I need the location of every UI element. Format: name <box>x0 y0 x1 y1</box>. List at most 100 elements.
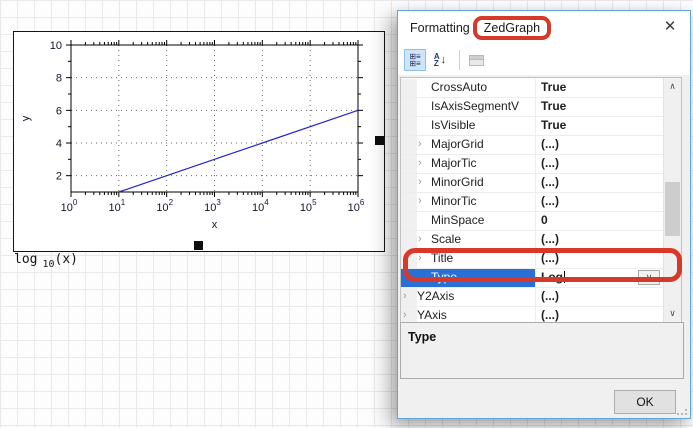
formatting-window: Formatting ZedGraph ✕ ⊞≡ ⊞≡ AZ ↓ <box>397 10 691 419</box>
zedgraph-control[interactable]: 246810100101102103104105106xy <box>13 31 385 252</box>
grid-gutter <box>401 193 417 211</box>
svg-text:100: 100 <box>61 198 78 214</box>
property-row-MinorTic[interactable]: › MinorTic (...) <box>401 193 663 212</box>
property-name: MajorGrid <box>431 136 484 153</box>
expand-chevron-icon[interactable]: › <box>403 307 407 323</box>
property-grid: CrossAutoTrueIsAxisSegmentVTrueIsVisible… <box>400 77 682 323</box>
property-value: (...) <box>541 194 559 208</box>
scrollbar-thumb[interactable] <box>665 182 680 236</box>
property-value-cell[interactable]: (...) <box>536 136 663 154</box>
property-row-MajorTic[interactable]: › MajorTic (...) <box>401 155 663 174</box>
property-value: True <box>541 118 566 132</box>
property-value-cell[interactable]: (...) <box>536 174 663 192</box>
scrollbar[interactable]: ∧ ∨ <box>663 78 681 322</box>
description-title: Type <box>408 330 436 344</box>
grid-gutter <box>401 155 417 173</box>
formula-subscript: 10 <box>42 259 54 270</box>
property-value-cell[interactable]: True <box>536 79 663 97</box>
expand-chevron-icon[interactable]: › <box>418 136 422 153</box>
description-panel: Type <box>400 322 684 379</box>
svg-text:106: 106 <box>348 198 365 214</box>
svg-text:104: 104 <box>252 198 269 214</box>
property-value-cell[interactable]: (...) <box>536 155 663 173</box>
property-value-cell[interactable]: (...) <box>536 307 663 323</box>
property-name: MinorTic <box>431 193 477 210</box>
expand-chevron-icon[interactable]: › <box>403 288 407 305</box>
property-name-cell[interactable]: › MinorGrid <box>401 174 536 192</box>
grid-gutter <box>401 231 417 249</box>
svg-text:105: 105 <box>300 198 317 214</box>
categorized-button[interactable]: ⊞≡ ⊞≡ <box>404 49 426 71</box>
property-row-IsVisible[interactable]: IsVisible True <box>401 117 663 136</box>
property-row-CrossAuto[interactable]: CrossAuto True <box>401 79 663 98</box>
svg-text:8: 8 <box>56 73 62 85</box>
window-titlebar[interactable]: Formatting ZedGraph ✕ <box>398 11 690 45</box>
resize-grip[interactable] <box>677 405 687 415</box>
property-pages-button <box>465 49 487 71</box>
formula-prefix: log <box>14 252 37 267</box>
property-row-Y2Axis[interactable]: ›Y2Axis (...) <box>401 288 663 307</box>
property-row-MinorGrid[interactable]: › MinorGrid (...) <box>401 174 663 193</box>
property-name: CrossAuto <box>431 79 487 96</box>
expand-chevron-icon[interactable]: › <box>418 155 422 172</box>
property-value-cell[interactable]: (...) <box>536 288 663 306</box>
svg-text:10: 10 <box>50 40 62 52</box>
property-value-cell[interactable]: True <box>536 117 663 135</box>
svg-text:103: 103 <box>204 198 221 214</box>
expand-chevron-icon[interactable]: › <box>418 231 422 248</box>
property-row-IsAxisSegmentV[interactable]: IsAxisSegmentV True <box>401 98 663 117</box>
property-name-cell[interactable]: IsVisible <box>401 117 536 135</box>
window-title: Formatting ZedGraph <box>410 16 551 40</box>
property-row-YAxis[interactable]: ›YAxis(...) <box>401 307 663 323</box>
svg-text:4: 4 <box>56 138 62 150</box>
property-name: IsAxisSegmentV <box>431 98 519 115</box>
property-name-cell[interactable]: › MinorTic <box>401 193 536 211</box>
scroll-up-icon[interactable]: ∧ <box>664 78 681 95</box>
ok-button[interactable]: OK <box>614 390 676 414</box>
property-pages-icon <box>469 55 484 66</box>
property-value: (...) <box>541 232 559 246</box>
property-name-cell[interactable]: › MajorGrid <box>401 136 536 154</box>
property-row-MinSpace[interactable]: MinSpace0 <box>401 212 663 231</box>
expand-chevron-icon[interactable]: › <box>418 193 422 210</box>
expand-chevron-icon[interactable]: › <box>418 174 422 191</box>
categorized-icon: ⊞≡ ⊞≡ <box>409 53 420 67</box>
formula-label[interactable]: log 10(x) <box>14 252 78 270</box>
property-value-cell[interactable]: (...) <box>536 193 663 211</box>
svg-text:x: x <box>212 219 218 231</box>
svg-text:6: 6 <box>56 105 62 117</box>
property-value-cell[interactable]: 0 <box>536 212 663 230</box>
window-title-prefix: Formatting <box>410 21 470 35</box>
property-value: (...) <box>541 175 559 189</box>
property-value-cell[interactable]: True <box>536 98 663 116</box>
resize-handle-right[interactable] <box>375 136 384 145</box>
property-value: True <box>541 80 566 94</box>
property-name-cell[interactable]: › MajorTic <box>401 155 536 173</box>
property-name-cell[interactable]: ›Y2Axis <box>401 288 536 306</box>
property-name-cell[interactable]: IsAxisSegmentV <box>401 98 536 116</box>
formula-suffix: (x) <box>55 252 78 267</box>
grid-gutter <box>401 117 417 135</box>
property-name-cell[interactable]: ›YAxis <box>401 307 536 323</box>
property-name-cell[interactable]: MinSpace <box>401 212 536 230</box>
zedgraph-chart-svg: 246810100101102103104105106xy <box>14 32 384 251</box>
scroll-down-icon[interactable]: ∨ <box>664 305 681 322</box>
grid-gutter <box>401 136 417 154</box>
property-value: (...) <box>541 289 559 303</box>
close-icon[interactable]: ✕ <box>660 17 680 37</box>
sort-alphabetical-icon: AZ ↓ <box>434 53 446 67</box>
property-value-cell[interactable]: (...) <box>536 231 663 249</box>
svg-text:2: 2 <box>56 171 62 183</box>
property-name: MinorGrid <box>431 174 484 191</box>
grid-gutter <box>401 174 417 192</box>
property-name-cell[interactable]: CrossAuto <box>401 79 536 97</box>
grid-gutter <box>401 79 417 97</box>
grid-gutter <box>401 212 417 230</box>
property-name: MajorTic <box>431 155 477 172</box>
sort-alphabetical-button[interactable]: AZ ↓ <box>429 49 451 71</box>
property-row-MajorGrid[interactable]: › MajorGrid (...) <box>401 136 663 155</box>
property-name: IsVisible <box>431 117 475 134</box>
property-name-cell[interactable]: ›Scale <box>401 231 536 249</box>
resize-handle-bottom[interactable] <box>194 241 203 250</box>
svg-text:y: y <box>20 115 32 121</box>
